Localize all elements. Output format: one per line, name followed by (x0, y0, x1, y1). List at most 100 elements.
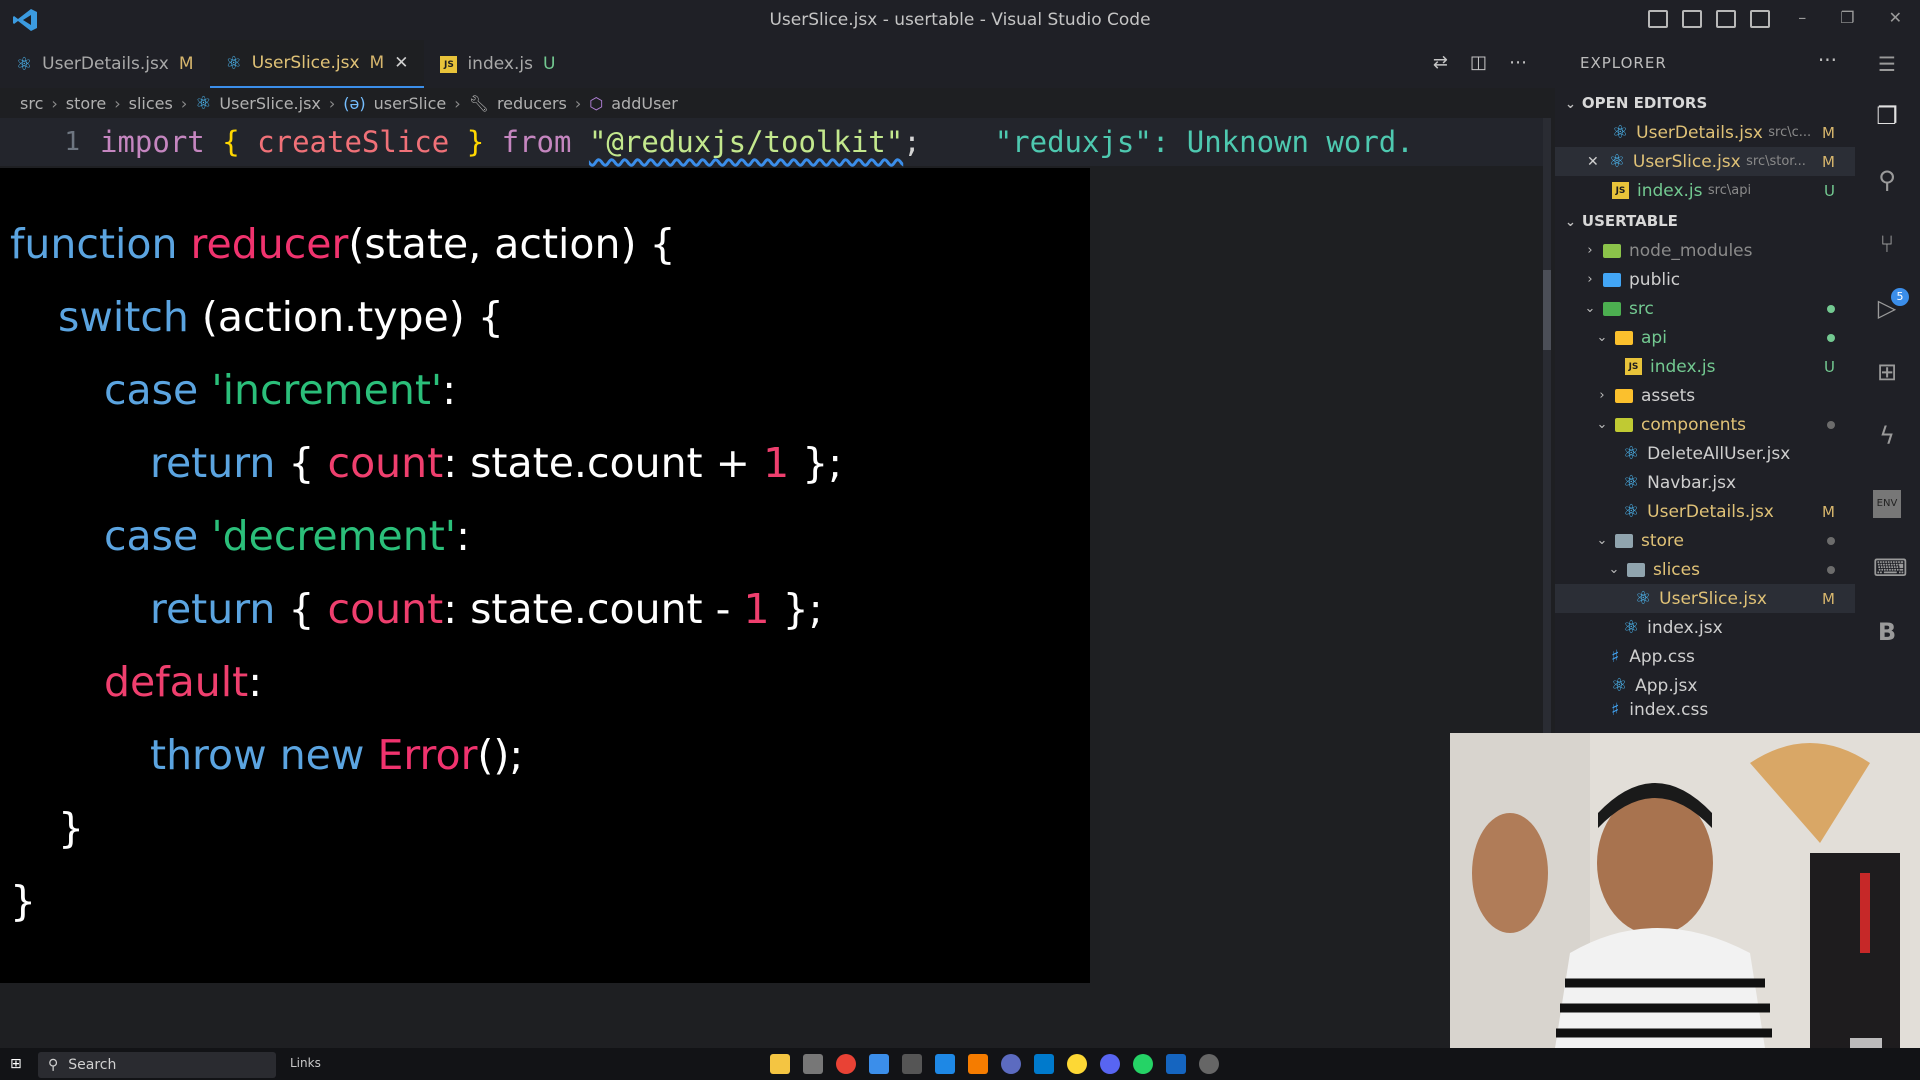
links-toolbar[interactable]: Links (290, 1056, 321, 1070)
app-icon[interactable] (1100, 1054, 1120, 1074)
breadcrumb-item[interactable]: slices (129, 94, 173, 113)
open-changes-icon[interactable]: ⇄ (1433, 52, 1448, 73)
js-icon: JS (1612, 182, 1629, 199)
editor-scrollbar-thumb[interactable] (1543, 270, 1551, 350)
app-icon[interactable] (1067, 1054, 1087, 1074)
git-status: M (1822, 123, 1835, 142)
git-status-dot (1827, 304, 1835, 313)
more-actions-icon[interactable]: ⋯ (1509, 52, 1527, 73)
terminal-icon[interactable]: ⌨ (1873, 554, 1908, 582)
chrome-icon[interactable] (836, 1054, 856, 1074)
folder-icon (1603, 301, 1621, 316)
tree-folder[interactable]: ⌄ components (1555, 410, 1855, 439)
app-icon[interactable] (1001, 1054, 1021, 1074)
tree-folder[interactable]: › public (1555, 265, 1855, 294)
tab-userdetails[interactable]: ⚛ UserDetails.jsx M (0, 40, 210, 88)
chevron-down-icon: ⌄ (1584, 301, 1596, 316)
close-tab-icon[interactable]: ✕ (394, 53, 408, 73)
js-icon: JS (440, 55, 458, 73)
explorer-more-icon[interactable]: ··· (1818, 48, 1837, 72)
bolt-icon[interactable]: ϟ (1873, 422, 1901, 450)
tree-file[interactable]: ⚛ App.jsx (1555, 671, 1855, 700)
split-editor-icon[interactable]: ◫ (1470, 52, 1487, 73)
tree-file[interactable]: ♯ App.css (1555, 642, 1855, 671)
open-brace: { (222, 125, 240, 159)
file-explorer-icon[interactable] (770, 1054, 790, 1074)
tree-folder[interactable]: ⌄ slices (1555, 555, 1855, 584)
toggle-primary-sidebar-icon[interactable] (1648, 10, 1668, 28)
extensions-icon[interactable]: ⊞ (1873, 358, 1901, 386)
bold-b-icon[interactable]: B (1873, 618, 1901, 646)
git-status-dot (1827, 333, 1835, 342)
react-icon: ⚛ (1611, 675, 1628, 696)
tree-folder[interactable]: › node_modules (1555, 236, 1855, 265)
restore-icon[interactable]: ❐ (1840, 8, 1854, 27)
app-icon[interactable] (869, 1054, 889, 1074)
overlay-line: default: (104, 658, 263, 706)
tree-folder[interactable]: ⌄ api (1555, 323, 1855, 352)
app-icon[interactable] (1166, 1054, 1186, 1074)
react-icon: ⚛ (1608, 151, 1625, 172)
inline-diagnostic: "reduxjs": Unknown word. (994, 125, 1414, 159)
from-keyword: from (501, 125, 572, 159)
open-editor-item[interactable]: ✕ ⚛ UserSlice.jsx src\stor... M (1555, 147, 1855, 176)
windows-start-icon[interactable]: ⊞ (10, 1056, 22, 1072)
tree-file[interactable]: ⚛ UserSlice.jsx M (1555, 584, 1855, 613)
app-icon[interactable] (1199, 1054, 1219, 1074)
project-header[interactable]: ⌄ USERTABLE (1565, 212, 1678, 230)
tree-file[interactable]: ⚛ DeleteAllUser.jsx (1555, 439, 1855, 468)
customize-layout-icon[interactable] (1750, 10, 1770, 28)
menu-icon[interactable]: ☰ (1873, 50, 1901, 78)
env-icon[interactable]: ENV (1873, 490, 1901, 518)
chevron-right-icon: › (114, 93, 121, 113)
toggle-panel-icon[interactable] (1682, 10, 1702, 28)
title-bar: UserSlice.jsx - usertable - Visual Studi… (0, 0, 1920, 40)
breadcrumb-item[interactable]: userSlice (374, 94, 447, 113)
breadcrumb-item[interactable]: src (20, 94, 43, 113)
open-editors-header[interactable]: ⌄ OPEN EDITORS (1565, 94, 1707, 112)
tree-folder[interactable]: ⌄ store (1555, 526, 1855, 555)
tab-userslice[interactable]: ⚛ UserSlice.jsx M ✕ (209, 40, 425, 88)
app-icon[interactable] (968, 1054, 988, 1074)
breadcrumb-item[interactable]: UserSlice.jsx (219, 94, 321, 113)
app-icon[interactable] (902, 1054, 922, 1074)
whatsapp-icon[interactable] (1133, 1054, 1153, 1074)
overlay-line: } (10, 877, 37, 925)
close-brace: } (466, 125, 485, 159)
react-icon: ⚛ (1623, 472, 1640, 493)
line-number: 1 (64, 127, 80, 157)
tree-folder[interactable]: › assets (1555, 381, 1855, 410)
tab-index-js[interactable]: JS index.js U (424, 40, 571, 88)
explorer-panel: EXPLORER ··· ⌄ OPEN EDITORS ⚛ UserDetails… (1555, 40, 1855, 740)
code-overlay: function reducer(state, action) { switch… (0, 168, 1090, 983)
open-editor-item[interactable]: JS index.js src\api U (1555, 176, 1855, 205)
tab-label: UserSlice.jsx (251, 53, 360, 73)
tree-folder[interactable]: ⌄ src (1555, 294, 1855, 323)
run-debug-icon[interactable]: ▷ (1873, 294, 1901, 322)
files-icon[interactable]: ❐ (1873, 102, 1901, 130)
tree-file[interactable]: ♯ index.css (1555, 700, 1855, 720)
tree-file[interactable]: ⚛ UserDetails.jsx M (1555, 497, 1855, 526)
code-line-1[interactable]: 1 import { createSlice } from "@reduxjs/… (0, 118, 1550, 166)
tab-status: M (369, 53, 385, 73)
toggle-secondary-sidebar-icon[interactable] (1716, 10, 1736, 28)
breadcrumb-item[interactable]: reducers (497, 94, 567, 113)
app-icon[interactable] (935, 1054, 955, 1074)
tree-file[interactable]: ⚛ index.jsx (1555, 613, 1855, 642)
app-icon[interactable] (803, 1054, 823, 1074)
folder-icon (1615, 388, 1633, 403)
breadcrumb-item[interactable]: store (66, 94, 106, 113)
vscode-taskbar-icon[interactable] (1034, 1054, 1054, 1074)
close-icon[interactable]: ✕ (1587, 154, 1599, 170)
tree-file[interactable]: JS index.js U (1555, 352, 1855, 381)
chevron-right-icon: › (1587, 243, 1593, 258)
breadcrumb-item[interactable]: addUser (611, 94, 678, 113)
minimize-icon[interactable]: – (1798, 8, 1806, 27)
close-window-icon[interactable]: ✕ (1889, 8, 1902, 27)
react-icon: ⚛ (1635, 588, 1652, 609)
open-editor-item[interactable]: ⚛ UserDetails.jsx src\c... M (1555, 118, 1855, 147)
source-control-icon[interactable]: ⑂ (1873, 230, 1901, 258)
search-icon[interactable]: ⚲ (1873, 166, 1901, 194)
taskbar-search[interactable]: ⚲ Search (38, 1052, 276, 1078)
tree-file[interactable]: ⚛ Navbar.jsx (1555, 468, 1855, 497)
